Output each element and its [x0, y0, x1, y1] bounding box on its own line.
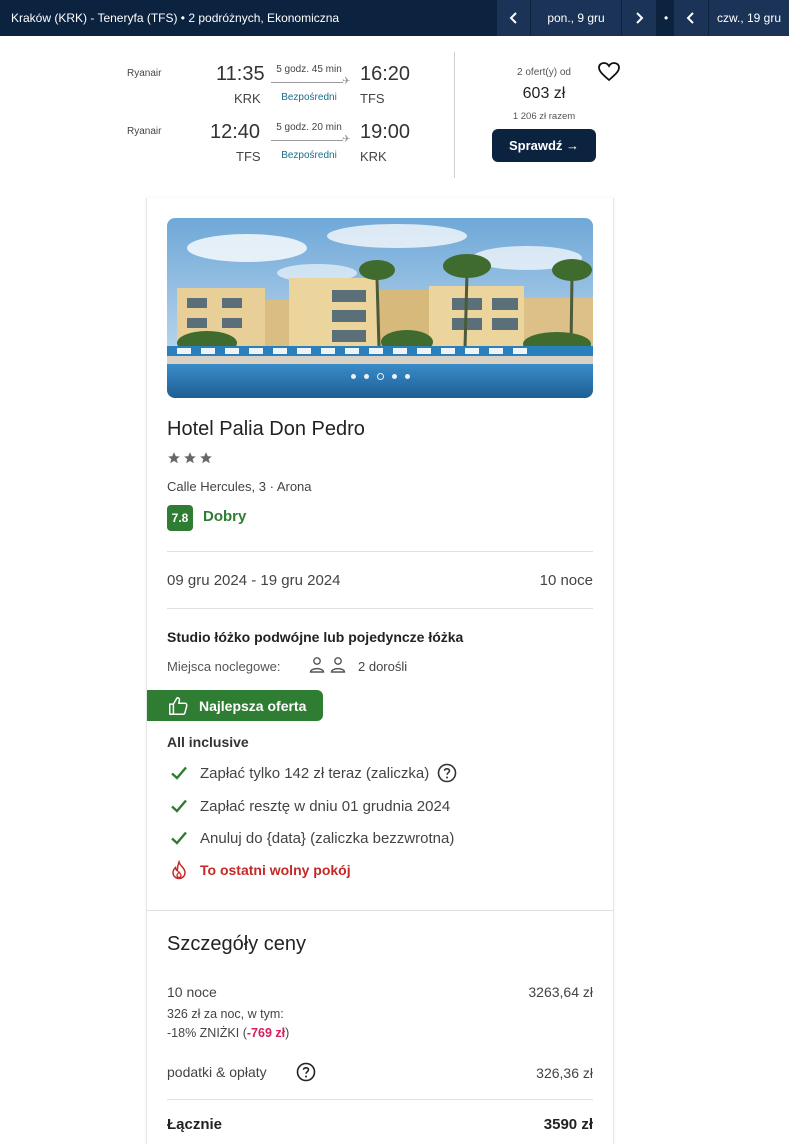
- carousel-dot[interactable]: [363, 374, 369, 379]
- star-icon: [168, 452, 180, 464]
- stay-dates: 09 gru 2024 - 19 gru 2024: [167, 572, 341, 589]
- feature-item: Anuluj do {data} (zaliczka bezzwrotna): [169, 828, 454, 848]
- next-outbound-date-button[interactable]: [622, 0, 656, 36]
- flight-line: [271, 140, 343, 141]
- departure-airport: TFS: [236, 149, 261, 164]
- outbound-date[interactable]: pon., 9 gru: [531, 0, 621, 36]
- heart-icon[interactable]: [597, 60, 621, 84]
- departure-airport: KRK: [234, 91, 261, 106]
- return-date[interactable]: czw., 19 gru: [709, 0, 789, 36]
- route-summary[interactable]: Kraków (KRK) - Teneryfa (TFS) • 2 podróż…: [11, 11, 339, 25]
- carousel-dot-active[interactable]: [376, 373, 384, 380]
- plane-icon: ✈: [342, 134, 351, 145]
- offers-count: 2 ofert(y) od: [517, 67, 571, 78]
- total-value: 3590 zł: [543, 1116, 593, 1133]
- chevron-left-icon: [509, 12, 517, 24]
- arrival-time: 19:00: [360, 121, 411, 143]
- flight-stops: Bezpośredni: [281, 92, 337, 103]
- prev-outbound-date-button[interactable]: [497, 0, 530, 36]
- nights-price-label: 10 noce: [167, 984, 217, 1000]
- last-room-alert: To ostatni wolny pokój: [169, 860, 351, 880]
- flame-icon: [172, 860, 186, 880]
- hotel-stars: [167, 451, 213, 465]
- per-night-price: 326 zł za noc, w tym:: [167, 1007, 284, 1021]
- nights-price-value: 3263,64 zł: [528, 984, 593, 1000]
- plane-icon: ✈: [342, 76, 351, 87]
- taxes-value: 326,36 zł: [536, 1065, 593, 1081]
- price-details-title: Szczegóły ceny: [167, 933, 306, 955]
- thumbs-up-icon: [169, 696, 188, 715]
- arrival-airport: TFS: [360, 91, 385, 106]
- flight-line: [271, 82, 343, 83]
- star-icon: [200, 452, 212, 464]
- discount-prefix: -18% ZNIŻKI (: [167, 1026, 247, 1040]
- help-icon[interactable]: [296, 1062, 316, 1082]
- person-icon: [309, 657, 325, 673]
- arrival-airport: KRK: [360, 149, 387, 164]
- sleeping-places-value: 2 dorośli: [358, 659, 408, 674]
- feature-item: Zapłać tylko 142 zł teraz (zaliczka): [169, 763, 468, 783]
- best-offer-badge: Najlepsza oferta: [147, 690, 323, 721]
- chevron-right-icon: [636, 12, 644, 24]
- feature-text: Zapłać tylko 142 zł teraz (zaliczka): [200, 764, 430, 782]
- best-offer-label: Najlepsza oferta: [199, 697, 307, 714]
- room-type: Studio łóżko podwójne lub pojedyncze łóż…: [167, 629, 464, 645]
- search-summary-bar: Kraków (KRK) - Teneryfa (TFS) • 2 podróż…: [0, 0, 789, 36]
- airline-name: Ryanair: [127, 68, 162, 79]
- hotel-photo-image: [167, 218, 593, 398]
- departure-time: 12:40: [210, 121, 261, 143]
- checkmark-icon: [171, 831, 187, 845]
- rating-label: Dobry: [203, 508, 247, 525]
- stay-nights: 10 noce: [539, 572, 593, 589]
- hotel-name[interactable]: Hotel Palia Don Pedro: [167, 418, 365, 441]
- price-per-person: 603 zł: [522, 85, 566, 102]
- photo-carousel-dots[interactable]: [167, 373, 593, 380]
- flight-stops: Bezpośredni: [281, 150, 337, 161]
- section-divider: [147, 910, 613, 911]
- divider: [167, 551, 593, 552]
- divider: [167, 1099, 593, 1100]
- flight-duration: 5 godz. 45 min: [276, 64, 342, 75]
- discount-line: -18% ZNIŻKI (-769 zł): [167, 1026, 289, 1040]
- carousel-dot[interactable]: [350, 374, 356, 379]
- checkmark-icon: [171, 799, 187, 813]
- alert-text: To ostatni wolny pokój: [200, 862, 351, 878]
- departure-time: 11:35: [216, 63, 265, 85]
- discount-suffix: ): [285, 1026, 290, 1040]
- star-icon: [184, 452, 196, 464]
- feature-text: Zapłać resztę w dniu 01 grudnia 2024: [200, 797, 451, 815]
- date-separator: •: [664, 11, 669, 25]
- checkmark-icon: [171, 766, 187, 780]
- feature-item: Zapłać resztę w dniu 01 grudnia 2024: [169, 796, 450, 816]
- hotel-photo[interactable]: [167, 218, 593, 398]
- feature-text: Anuluj do {data} (zaliczka bezzwrotna): [200, 829, 455, 847]
- hotel-address: Calle Hercules, 3 · Arona: [167, 479, 312, 494]
- prev-return-date-button[interactable]: [674, 0, 708, 36]
- rating-score: 7.8: [167, 505, 193, 531]
- taxes-label: podatki & opłaty: [167, 1064, 267, 1080]
- divider: [167, 608, 593, 609]
- flight-duration: 5 godz. 20 min: [276, 122, 342, 133]
- discount-amount: -769 zł: [246, 1026, 286, 1040]
- airline-name: Ryanair: [127, 126, 162, 137]
- person-icon: [330, 657, 346, 673]
- carousel-dot[interactable]: [404, 374, 410, 379]
- check-offer-button[interactable]: Sprawdź →: [492, 129, 596, 162]
- chevron-left-icon: [686, 12, 694, 24]
- price-total: 1 206 zł razem: [512, 111, 576, 122]
- carousel-dot[interactable]: [391, 374, 397, 379]
- help-icon[interactable]: [437, 763, 457, 783]
- total-label: Łącznie: [167, 1116, 223, 1133]
- sleeping-places-label: Miejsca noclegowe:: [167, 659, 281, 674]
- board-type: All inclusive: [167, 734, 249, 750]
- flight-divider: [454, 52, 455, 178]
- arrival-time: 16:20: [360, 63, 411, 85]
